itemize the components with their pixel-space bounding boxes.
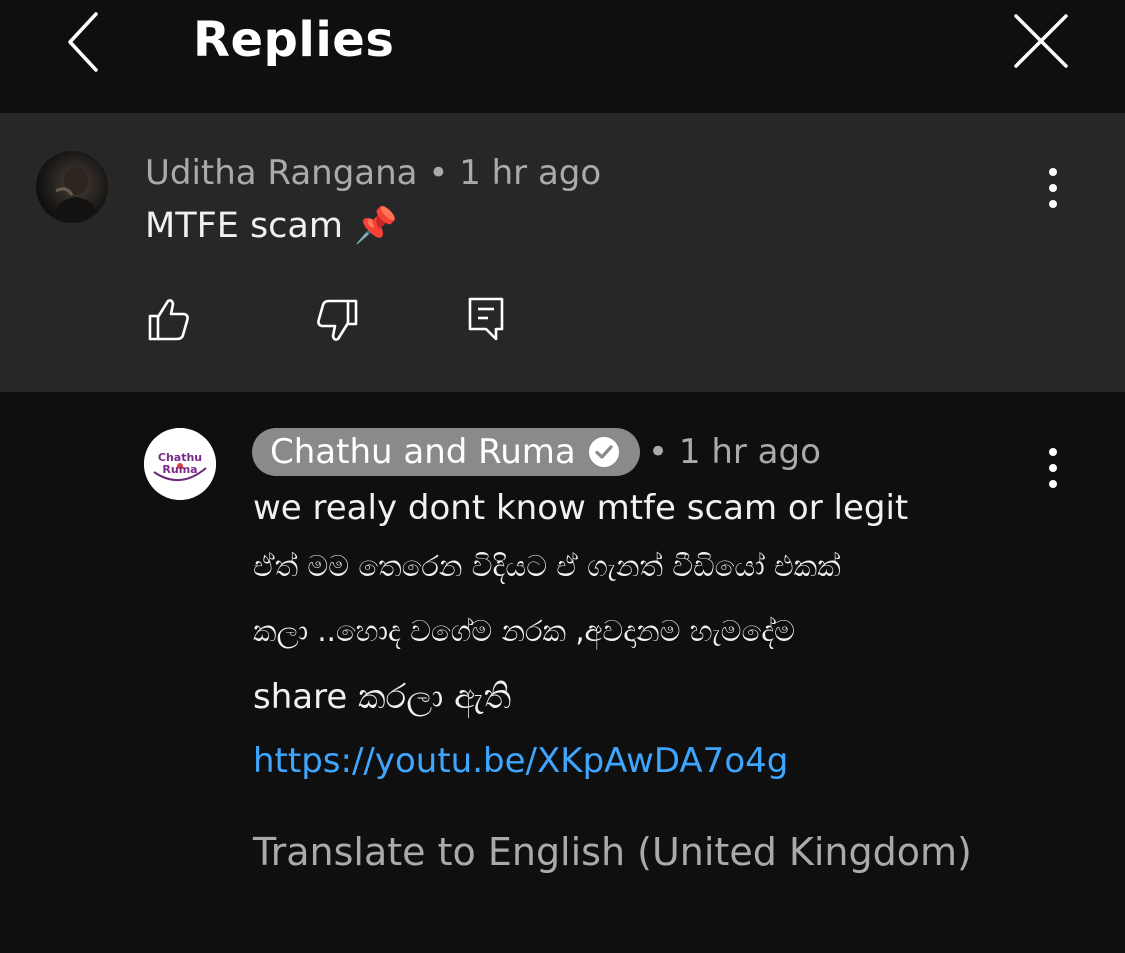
like-button[interactable] <box>142 293 196 347</box>
user-photo-avatar <box>36 151 108 223</box>
channel-name-pill[interactable]: Chathu and Ruma <box>252 428 640 476</box>
parent-comment: Uditha Rangana • 1 hr ago MTFE scam 📌 <box>0 113 1125 392</box>
reply-text-line: share කරලා ඇති <box>253 677 512 717</box>
more-options-button[interactable] <box>1033 438 1073 498</box>
dislike-button[interactable] <box>310 293 364 347</box>
timestamp: 1 hr ago <box>459 153 602 193</box>
author-name[interactable]: Uditha Rangana <box>145 153 418 193</box>
video-link[interactable]: https://youtu.be/XKpAwDA7o4g <box>253 741 788 781</box>
channel-logo-text: Chathu Ruma <box>157 451 203 476</box>
more-vertical-icon <box>1049 168 1057 208</box>
separator-dot: • <box>428 153 449 193</box>
separator-dot: • <box>648 432 669 472</box>
verified-check-icon <box>588 437 619 467</box>
close-button[interactable] <box>1012 14 1070 70</box>
chevron-left-icon <box>68 12 98 72</box>
comment-text: MTFE scam 📌 <box>145 206 398 246</box>
channel-name: Chathu and Ruma <box>270 432 576 472</box>
reply-icon <box>468 297 504 341</box>
more-vertical-icon <box>1049 448 1057 488</box>
reply-comment: Chathu Ruma Chathu and Ruma • 1 hr ago w… <box>0 392 1125 953</box>
thumbs-up-icon <box>148 299 189 341</box>
reply-button[interactable] <box>460 291 514 345</box>
comment-meta: Uditha Rangana • 1 hr ago <box>145 153 601 193</box>
reply-meta: • 1 hr ago <box>648 432 821 472</box>
translate-button[interactable]: Translate to English (United Kingdom) <box>253 830 972 874</box>
replies-header: Replies <box>0 0 1125 113</box>
more-options-button[interactable] <box>1033 158 1073 218</box>
close-icon <box>1014 14 1068 68</box>
timestamp: 1 hr ago <box>678 432 821 472</box>
reply-text-line: we realy dont know mtfe scam or legit <box>253 488 909 528</box>
page-title: Replies <box>193 12 395 68</box>
thumbs-down-icon <box>317 299 358 341</box>
reply-text-line: ඒත් මම තෙරෙන විදියට ඒ ගැනත් වීඩියෝ එකක් <box>253 549 841 583</box>
back-button[interactable] <box>62 10 106 74</box>
channel-avatar[interactable]: Chathu Ruma <box>144 428 216 500</box>
avatar[interactable] <box>36 151 108 223</box>
reply-text-line: කලා ..හොද වගේම නරක ,අවදානම හැමදේම <box>253 614 795 648</box>
